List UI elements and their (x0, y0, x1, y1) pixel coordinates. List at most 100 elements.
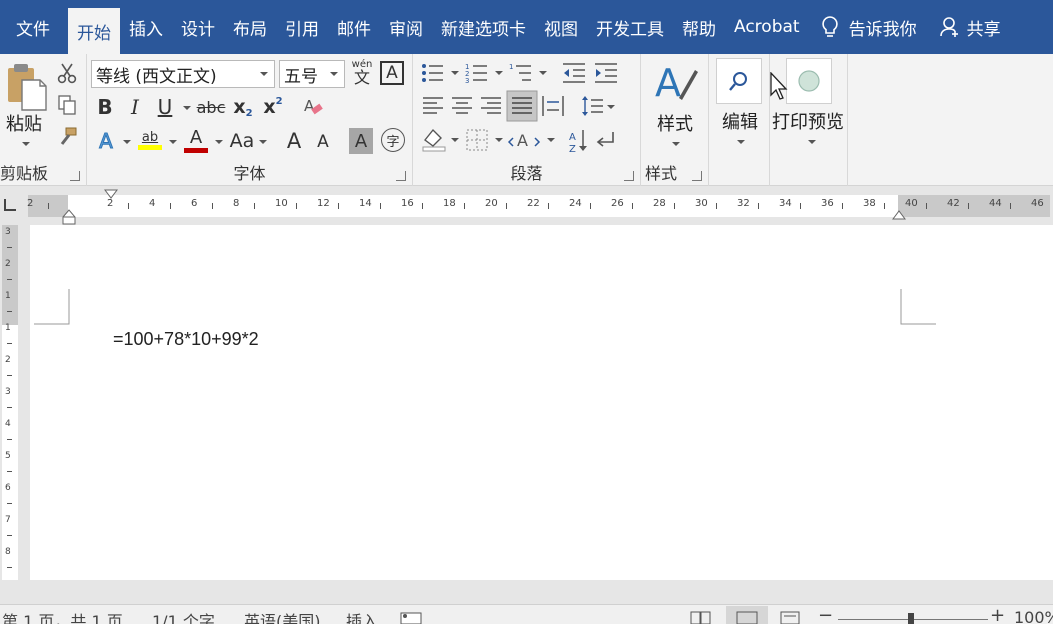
tab-file[interactable]: 文件 (0, 0, 68, 54)
font-name-combo[interactable]: 等线 (西文正文) (91, 60, 275, 88)
tab-home[interactable]: 开始 (68, 8, 120, 54)
tab-references[interactable]: 引用 (276, 0, 328, 54)
font-color-text: A (190, 128, 202, 148)
ruler-number: 12 (317, 198, 330, 209)
font-group: 等线 (西文正文) 五号 wén 文 A B I U abc x2 x2 (87, 54, 413, 186)
superscript-button[interactable]: x2 (261, 94, 285, 120)
zoom-in-icon[interactable]: + (990, 605, 1005, 624)
cut-icon[interactable] (56, 62, 78, 84)
underline-dropdown-caret[interactable] (183, 106, 191, 110)
ruler-number: 32 (737, 198, 750, 209)
format-painter-icon[interactable] (56, 126, 78, 148)
left-indent-marker[interactable] (62, 209, 76, 225)
decrease-indent-icon (563, 64, 585, 82)
font-color-dropdown-caret[interactable] (215, 140, 223, 144)
line-spacing-icon (582, 96, 615, 116)
ruler-tick (1010, 203, 1011, 209)
font-color-button[interactable]: A (183, 126, 209, 154)
tab-new-tab[interactable]: 新建选项卡 (432, 0, 535, 54)
paste-icon[interactable] (4, 60, 48, 112)
italic-button[interactable]: I (125, 94, 145, 120)
right-indent-marker[interactable] (892, 209, 906, 221)
status-bar: 第 1 页，共 1 页 1/1 个字 英语(美国) 插入 − + 100% (0, 604, 1053, 624)
ruler-tick (170, 203, 171, 209)
tab-selector-icon[interactable] (4, 199, 16, 211)
font-size-combo[interactable]: 五号 (279, 60, 345, 88)
ruler-tick (590, 203, 591, 209)
editing-button[interactable] (716, 58, 762, 104)
vertical-ruler-top-margin (2, 225, 18, 325)
zoom-level[interactable]: 100% (1014, 608, 1053, 624)
vertical-ruler[interactable]: 32112345678 (2, 225, 18, 580)
print-layout-view-button[interactable] (726, 606, 768, 624)
ruler-number: 38 (863, 198, 876, 209)
word-window: 文件 开始 插入 设计 布局 引用 邮件 审阅 新建选项卡 视图 开发工具 帮助… (0, 0, 1053, 624)
text-effects-button[interactable]: A (95, 128, 117, 154)
strikethrough-button[interactable]: abc (197, 94, 225, 120)
chevron-down-icon (330, 72, 338, 76)
underline-button[interactable]: U (155, 94, 175, 120)
tab-help[interactable]: 帮助 (673, 0, 725, 54)
highlight-dropdown-caret[interactable] (169, 140, 177, 144)
paste-dropdown-caret[interactable] (22, 142, 30, 146)
text-effects-dropdown-caret[interactable] (123, 140, 131, 144)
shrink-font-button[interactable]: A (313, 130, 333, 154)
grow-font-button[interactable]: A (283, 128, 305, 154)
editing-dropdown-caret[interactable] (737, 140, 745, 144)
bold-button[interactable]: B (95, 94, 115, 120)
zoom-slider-thumb[interactable] (908, 613, 914, 624)
paragraph-launcher-icon[interactable] (624, 171, 634, 181)
macro-record-icon[interactable] (400, 611, 422, 624)
tell-me-box[interactable]: 告诉我你 (821, 0, 917, 54)
tab-design[interactable]: 设计 (172, 0, 224, 54)
styles-dropdown-caret[interactable] (672, 142, 680, 146)
ruler-tick (674, 203, 675, 209)
tab-developer[interactable]: 开发工具 (587, 0, 673, 54)
subscript-button[interactable]: x2 (231, 94, 255, 120)
language-indicator[interactable]: 英语(美国) (244, 608, 321, 624)
ruler-number: 6 (191, 198, 197, 209)
highlight-button[interactable]: ab (137, 126, 163, 154)
insert-mode[interactable]: 插入 (346, 608, 378, 624)
print-preview-label[interactable]: 打印预览 (772, 108, 844, 134)
paste-label[interactable]: 粘贴 (6, 110, 42, 136)
share-button[interactable]: 共享 (939, 0, 1001, 54)
tab-layout[interactable]: 布局 (224, 0, 276, 54)
tab-view[interactable]: 视图 (535, 0, 587, 54)
read-mode-icon[interactable] (690, 611, 712, 624)
clipboard-launcher-icon[interactable] (70, 171, 80, 181)
share-label: 共享 (967, 15, 1001, 40)
tab-mailings[interactable]: 邮件 (328, 0, 380, 54)
document-page[interactable]: =100+78*10+99*2 (30, 225, 1053, 580)
copy-icon[interactable] (56, 94, 78, 116)
vertical-ruler-number: 1 (5, 323, 11, 333)
change-case-dropdown-caret[interactable] (259, 140, 267, 144)
font-launcher-icon[interactable] (396, 171, 406, 181)
styles-label[interactable]: 样式 (657, 110, 693, 136)
word-count[interactable]: 1/1 个字 (152, 608, 215, 624)
tab-insert[interactable]: 插入 (120, 0, 172, 54)
change-case-button[interactable]: Aa (227, 128, 257, 154)
styles-launcher-icon[interactable] (692, 171, 702, 181)
first-line-indent-marker[interactable] (104, 189, 118, 201)
tab-review[interactable]: 审阅 (380, 0, 432, 54)
ruler-number: 26 (611, 198, 624, 209)
tab-acrobat[interactable]: Acrobat (725, 0, 809, 54)
print-preview-button[interactable] (786, 58, 832, 104)
character-border-button[interactable]: A (380, 61, 404, 85)
vertical-ruler-number: 3 (5, 387, 11, 397)
align-right-icon (481, 98, 501, 113)
document-text[interactable]: =100+78*10+99*2 (113, 329, 259, 350)
zoom-out-icon[interactable]: − (818, 605, 833, 624)
styles-icon[interactable]: A (653, 58, 699, 108)
character-shading-button[interactable]: A (349, 128, 373, 154)
editing-label[interactable]: 编辑 (722, 108, 758, 134)
web-layout-icon[interactable] (780, 611, 802, 624)
phonetic-guide-button[interactable]: wén 文 (349, 58, 375, 88)
print-preview-dropdown-caret[interactable] (808, 140, 816, 144)
page-count[interactable]: 第 1 页，共 1 页 (2, 608, 123, 624)
ruler-tick (926, 203, 927, 209)
font-size-value: 五号 (284, 62, 318, 87)
enclose-characters-button[interactable]: 字 (381, 128, 405, 152)
clear-formatting-icon[interactable]: A (301, 94, 325, 120)
